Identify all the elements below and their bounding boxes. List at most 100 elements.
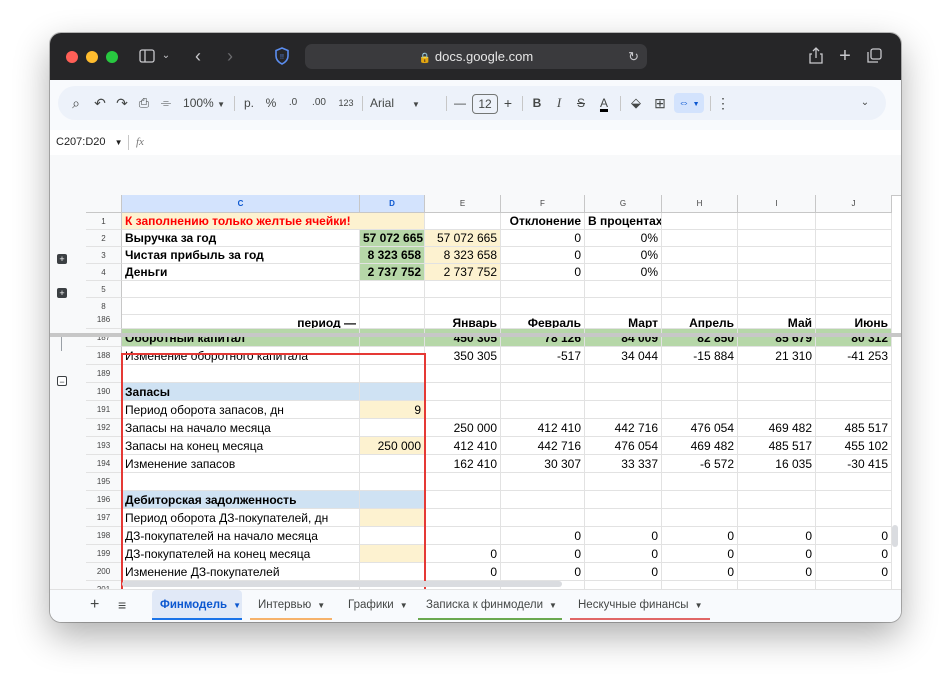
decrease-font-size-button[interactable]: — [452, 86, 468, 120]
sheet-tab-menu-icon[interactable]: ▼ [400, 601, 408, 610]
cell-c186[interactable] [122, 311, 360, 329]
row-header[interactable]: 200 [86, 563, 122, 581]
cell-e193[interactable]: 412 410 [425, 437, 501, 455]
shield-icon[interactable]: !! [272, 45, 292, 67]
cell-f197[interactable] [501, 509, 585, 527]
cell-i201[interactable] [738, 581, 816, 589]
cell-j193[interactable]: 455 102 [816, 437, 892, 455]
reload-icon[interactable]: ↻ [628, 44, 639, 69]
percent-format-button[interactable]: % [264, 86, 278, 120]
cell-j3[interactable] [816, 247, 892, 264]
cell-g194[interactable]: 33 337 [585, 455, 662, 473]
bold-button[interactable]: B [530, 86, 544, 120]
column-header-e[interactable]: E [425, 195, 501, 213]
cell-i191[interactable] [738, 401, 816, 419]
cell-j186[interactable] [816, 311, 892, 329]
increase-font-size-button[interactable]: + [500, 86, 516, 120]
decrease-decimals-button[interactable]: .0 [284, 86, 302, 120]
cell-f188[interactable]: -517 [501, 347, 585, 365]
column-header-i[interactable]: I [738, 195, 816, 213]
cell-e195[interactable] [425, 473, 501, 491]
cell-c187[interactable]: Оборотный капитал [122, 329, 360, 347]
column-header-h[interactable]: H [662, 195, 738, 213]
cell-i199[interactable]: 0 [738, 545, 816, 563]
cell-g196[interactable] [585, 491, 662, 509]
cell-j199[interactable]: 0 [816, 545, 892, 563]
cell-h188[interactable]: -15 884 [662, 347, 738, 365]
row-header[interactable]: 187 [86, 329, 122, 347]
sidebar-icon[interactable] [138, 45, 156, 67]
sheet-tab-5[interactable]: Нескучные финансы ▼ [570, 590, 710, 620]
cell-d2[interactable]: 57 072 665 [360, 230, 425, 247]
cell-h4[interactable] [662, 264, 738, 281]
cell-g198[interactable]: 0 [585, 527, 662, 545]
close-window-button[interactable] [66, 51, 78, 63]
cell-h193[interactable]: 469 482 [662, 437, 738, 455]
font-size-input[interactable]: 12 [472, 94, 498, 114]
row-header[interactable]: 186 [86, 311, 122, 329]
cell-h2[interactable] [662, 230, 738, 247]
cell-j195[interactable] [816, 473, 892, 491]
cell-c4[interactable]: Деньги [122, 264, 360, 281]
cell-j197[interactable] [816, 509, 892, 527]
more-tools-button[interactable]: ⋮ [716, 86, 730, 120]
cell-i187[interactable]: 85 679 [738, 329, 816, 347]
cell-i3[interactable] [738, 247, 816, 264]
cell-f1[interactable]: Отклонение [501, 213, 585, 230]
cell-i190[interactable] [738, 383, 816, 401]
cell-i194[interactable]: 16 035 [738, 455, 816, 473]
cell-j5[interactable] [816, 281, 892, 298]
cell-f189[interactable] [501, 365, 585, 383]
cell-g188[interactable]: 34 044 [585, 347, 662, 365]
row-header[interactable]: 189 [86, 365, 122, 383]
cell-g1[interactable]: В процентах [585, 213, 662, 230]
cell-g197[interactable] [585, 509, 662, 527]
cell-f194[interactable]: 30 307 [501, 455, 585, 473]
cell-h200[interactable]: 0 [662, 563, 738, 581]
row-header[interactable]: 193 [86, 437, 122, 455]
cell-h5[interactable] [662, 281, 738, 298]
cell-g189[interactable] [585, 365, 662, 383]
cell-g193[interactable]: 476 054 [585, 437, 662, 455]
cell-i196[interactable] [738, 491, 816, 509]
cell-i4[interactable] [738, 264, 816, 281]
cell-h194[interactable]: -6 572 [662, 455, 738, 473]
cell-j2[interactable] [816, 230, 892, 247]
cell-f3[interactable]: 0 [501, 247, 585, 264]
cell-j200[interactable]: 0 [816, 563, 892, 581]
cell-f199[interactable]: 0 [501, 545, 585, 563]
sheet-tab-menu-icon[interactable]: ▼ [317, 601, 325, 610]
cell-i186[interactable] [738, 311, 816, 329]
cell-h1[interactable] [662, 213, 738, 230]
cell-g192[interactable]: 442 716 [585, 419, 662, 437]
cell-f2[interactable]: 0 [501, 230, 585, 247]
expand-group-button-row5[interactable]: + [57, 254, 67, 264]
cell-d4[interactable]: 2 737 752 [360, 264, 425, 281]
cell-g195[interactable] [585, 473, 662, 491]
cell-f187[interactable]: 78 126 [501, 329, 585, 347]
column-header-g[interactable]: G [585, 195, 662, 213]
cell-d187[interactable] [360, 329, 425, 347]
cell-e199[interactable]: 0 [425, 545, 501, 563]
cell-i197[interactable] [738, 509, 816, 527]
chevron-down-icon[interactable]: ⌄ [160, 45, 172, 67]
more-formats-button[interactable]: 123 [336, 86, 356, 120]
cell-h186[interactable] [662, 311, 738, 329]
row-header[interactable]: 195 [86, 473, 122, 491]
column-header-c[interactable]: C [122, 195, 360, 213]
cell-h190[interactable] [662, 383, 738, 401]
borders-icon[interactable]: ⊞ [652, 86, 668, 120]
cell-f198[interactable]: 0 [501, 527, 585, 545]
row-header[interactable]: 197 [86, 509, 122, 527]
cell-e198[interactable] [425, 527, 501, 545]
row-header[interactable]: 1 [86, 213, 122, 230]
sheet-tab-3[interactable]: Графики ▼ [340, 590, 410, 620]
cell-h187[interactable]: 82 850 [662, 329, 738, 347]
cell-e197[interactable] [425, 509, 501, 527]
search-menus-icon[interactable]: ⌕ [68, 86, 84, 120]
sheet-tab-menu-icon[interactable]: ▼ [549, 601, 557, 610]
formula-input[interactable] [154, 132, 894, 153]
cell-h3[interactable] [662, 247, 738, 264]
cell-h197[interactable] [662, 509, 738, 527]
cell-j192[interactable]: 485 517 [816, 419, 892, 437]
